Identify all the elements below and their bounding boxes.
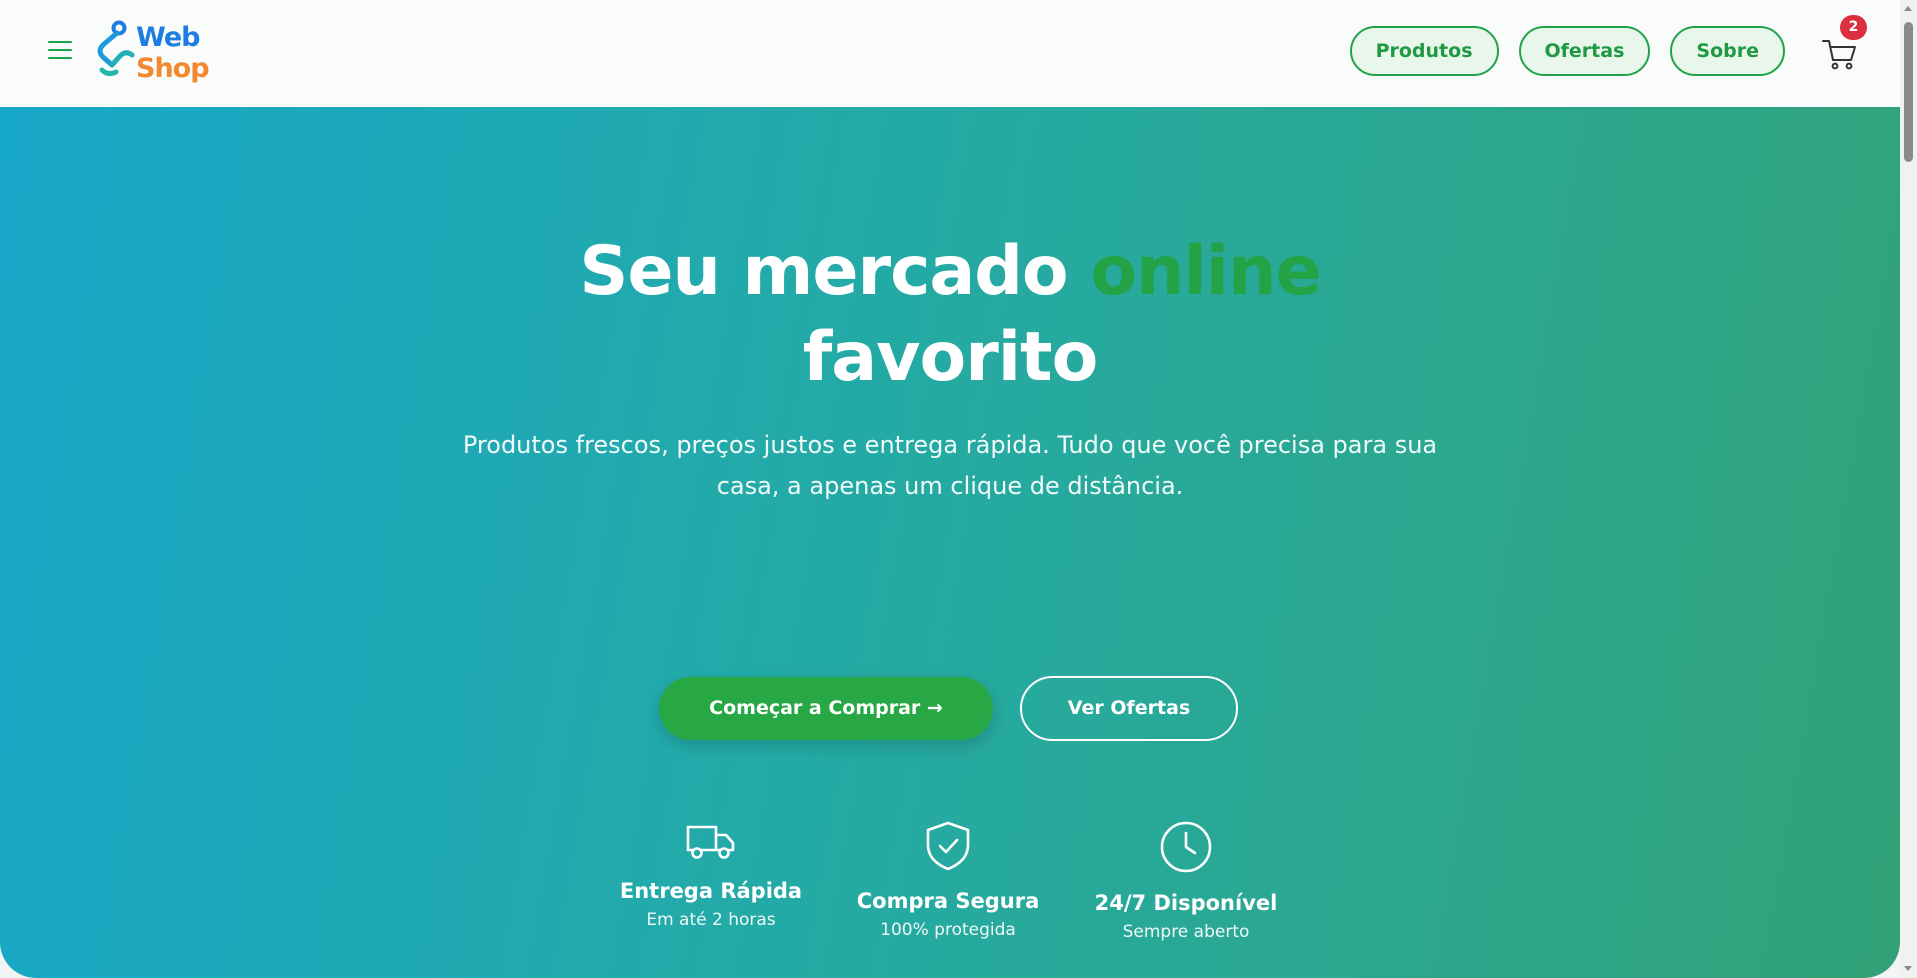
menu-line — [48, 41, 72, 43]
logo-text-shop: Shop — [136, 53, 210, 84]
nav-sobre-button[interactable]: Sobre — [1670, 26, 1785, 76]
site-header: Web Shop Produtos Ofertas Sobre 2 — [0, 0, 1900, 107]
hamburger-menu-button[interactable] — [44, 36, 78, 64]
clock-icon — [1160, 821, 1212, 873]
feature-fast-delivery: Entrega Rápida Em até 2 horas — [611, 820, 811, 931]
feature-title: Entrega Rápida — [619, 879, 803, 903]
menu-line — [48, 49, 72, 51]
cart-icon[interactable] — [1820, 36, 1860, 72]
hero-title: Seu mercado online favorito — [450, 229, 1450, 401]
hero-section: Seu mercado online favorito Produtos fres… — [0, 107, 1900, 978]
nav-ofertas-button[interactable]: Ofertas — [1518, 26, 1651, 76]
feature-subtitle: Sempre aberto — [1122, 922, 1250, 942]
nav-produtos-button[interactable]: Produtos — [1349, 26, 1499, 76]
shield-check-icon — [926, 821, 970, 871]
vertical-scrollbar[interactable] — [1900, 0, 1917, 978]
feature-title: Compra Segura — [856, 889, 1040, 913]
page: Web Shop Produtos Ofertas Sobre 2 Seu me… — [0, 0, 1917, 978]
feature-subtitle: Em até 2 horas — [646, 910, 776, 930]
truck-icon — [686, 825, 735, 859]
hero-title-accent: online — [1090, 232, 1321, 311]
feature-title: 24/7 Disponível — [1094, 891, 1278, 915]
main-nav: Produtos Ofertas Sobre — [1349, 26, 1785, 76]
scrollbar-thumb[interactable] — [1904, 22, 1913, 162]
scroll-up-arrow-icon[interactable] — [1904, 6, 1912, 11]
feature-subtitle: 100% protegida — [880, 920, 1016, 940]
menu-line — [48, 57, 72, 59]
feature-secure-purchase: Compra Segura 100% protegida — [848, 820, 1048, 941]
logo-mark-icon — [97, 20, 135, 77]
start-shopping-button[interactable]: Começar a Comprar → — [659, 677, 993, 740]
webshop-logo[interactable]: Web Shop — [90, 20, 216, 88]
logo-text-web: Web — [136, 22, 200, 53]
cart-count-badge: 2 — [1840, 15, 1867, 40]
hero-subtitle: Produtos frescos, preços justos e entreg… — [462, 431, 1438, 500]
view-offers-button[interactable]: Ver Ofertas — [1020, 676, 1238, 741]
logo-text: Web Shop — [136, 22, 210, 84]
hero-title-part1: Seu mercado — [579, 232, 1091, 311]
feature-always-open: 24/7 Disponível Sempre aberto — [1086, 820, 1286, 943]
scroll-down-arrow-icon[interactable] — [1904, 966, 1912, 971]
hero-title-part2: favorito — [802, 318, 1099, 397]
